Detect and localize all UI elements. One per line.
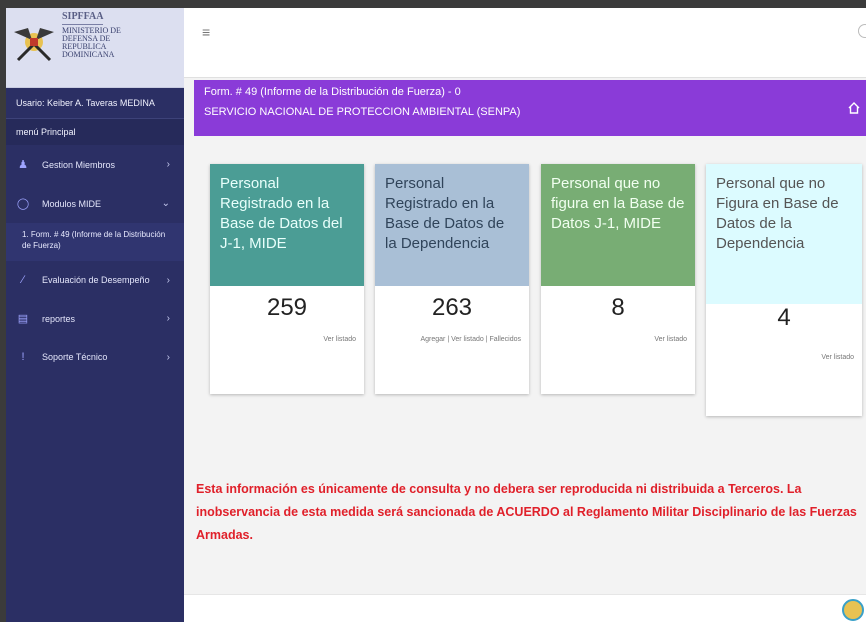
sidebar-item-label: Evaluación de Desempeño xyxy=(42,275,150,285)
card-link-ver-listado[interactable]: Ver listado xyxy=(706,354,862,369)
edit-icon: ∕ xyxy=(22,274,24,286)
stat-card-no-figura-dependencia: Personal que no Figura en Base de Datos … xyxy=(706,164,862,416)
card-links[interactable]: Agregar | Ver listado | Fallecidos xyxy=(375,336,529,351)
hamburger-menu-icon[interactable]: ≡ xyxy=(202,24,210,40)
sidebar-item-label: Modulos MIDE xyxy=(42,198,102,209)
app-window: SIPFFAA MINISTERIO DE DEFENSA DE REPUBLI… xyxy=(6,8,866,622)
sidebar-item-label: Soporte Técnico xyxy=(42,352,108,362)
stat-card-no-figura-mide: Personal que no figura en la Base de Dat… xyxy=(541,164,695,394)
card-value: 259 xyxy=(266,294,308,321)
seal-icon xyxy=(842,599,864,621)
sidebar: SIPFFAA MINISTERIO DE DEFENSA DE REPUBLI… xyxy=(6,8,184,622)
stat-card-registrado-mide: Personal Registrado en la Base de Datos … xyxy=(210,164,364,394)
document-icon: ▤ xyxy=(17,313,29,325)
chevron-right-icon: › xyxy=(166,159,170,170)
brand-text: SIPFFAA MINISTERIO DE DEFENSA DE REPUBLI… xyxy=(62,12,121,59)
card-title: Personal que no Figura en Base de Datos … xyxy=(706,164,862,304)
card-link-ver-listado[interactable]: Ver listado xyxy=(210,336,364,351)
form-subtitle: SERVICIO NACIONAL DE PROTECCION AMBIENTA… xyxy=(204,106,521,118)
chevron-right-icon: › xyxy=(166,274,170,286)
info-icon: ! xyxy=(21,351,25,363)
card-value: 8 xyxy=(611,294,625,321)
card-value: 4 xyxy=(777,304,791,331)
sidebar-item-soporte[interactable]: ! Soporte Técnico › xyxy=(6,338,184,376)
footer xyxy=(184,594,866,622)
brand[interactable]: SIPFFAA MINISTERIO DE DEFENSA DE REPUBLI… xyxy=(6,8,184,88)
chevron-right-icon: › xyxy=(166,351,170,363)
menu-header: menú Principal xyxy=(6,119,184,145)
sidebar-item-label: Gestion Miembros xyxy=(42,159,116,170)
topbar: ≡ xyxy=(184,8,866,78)
card-link-ver-listado[interactable]: Ver listado xyxy=(541,336,695,351)
disclaimer-notice: Esta información es únicamente de consul… xyxy=(196,482,857,542)
chevron-right-icon: › xyxy=(166,313,170,324)
settings-icon: ◯ xyxy=(16,198,30,210)
card-value: 263 xyxy=(431,294,473,321)
card-title: Personal Registrado en la Base de Datos … xyxy=(375,164,529,286)
sidebar-item-evaluacion[interactable]: ∕ Evaluación de Desempeño › xyxy=(6,261,184,299)
sidebar-item-reportes[interactable]: ▤ reportes › xyxy=(6,299,184,338)
home-icon[interactable] xyxy=(848,102,860,114)
user-icon: ♟ xyxy=(18,159,28,171)
current-user: Usario: Keiber A. Taveras MEDINA xyxy=(6,88,184,119)
form-title: Form. # 49 (Informe de la Distribución d… xyxy=(204,86,461,98)
sidebar-item-label: reportes xyxy=(42,313,76,324)
search-icon[interactable] xyxy=(858,24,866,38)
card-title: Personal que no figura en la Base de Dat… xyxy=(541,164,695,286)
ministry-logo xyxy=(14,28,54,62)
card-title: Personal Registrado en la Base de Datos … xyxy=(210,164,364,286)
brand-abbr: SIPFFAA xyxy=(62,12,104,25)
stat-card-registrado-dependencia: Personal Registrado en la Base de Datos … xyxy=(375,164,529,394)
form-header: Form. # 49 (Informe de la Distribución d… xyxy=(194,80,866,136)
sidebar-item-modulos-mide[interactable]: ◯ Modulos MIDE ⌄ xyxy=(6,184,184,223)
chevron-down-icon: ⌄ xyxy=(161,198,170,209)
sidebar-item-gestion-miembros[interactable]: ♟ Gestion Miembros › xyxy=(6,145,184,184)
org-line: DOMINICANA xyxy=(62,50,115,59)
submenu-item-form-49[interactable]: 1. Form. # 49 (Informe de la Distribució… xyxy=(6,223,184,261)
